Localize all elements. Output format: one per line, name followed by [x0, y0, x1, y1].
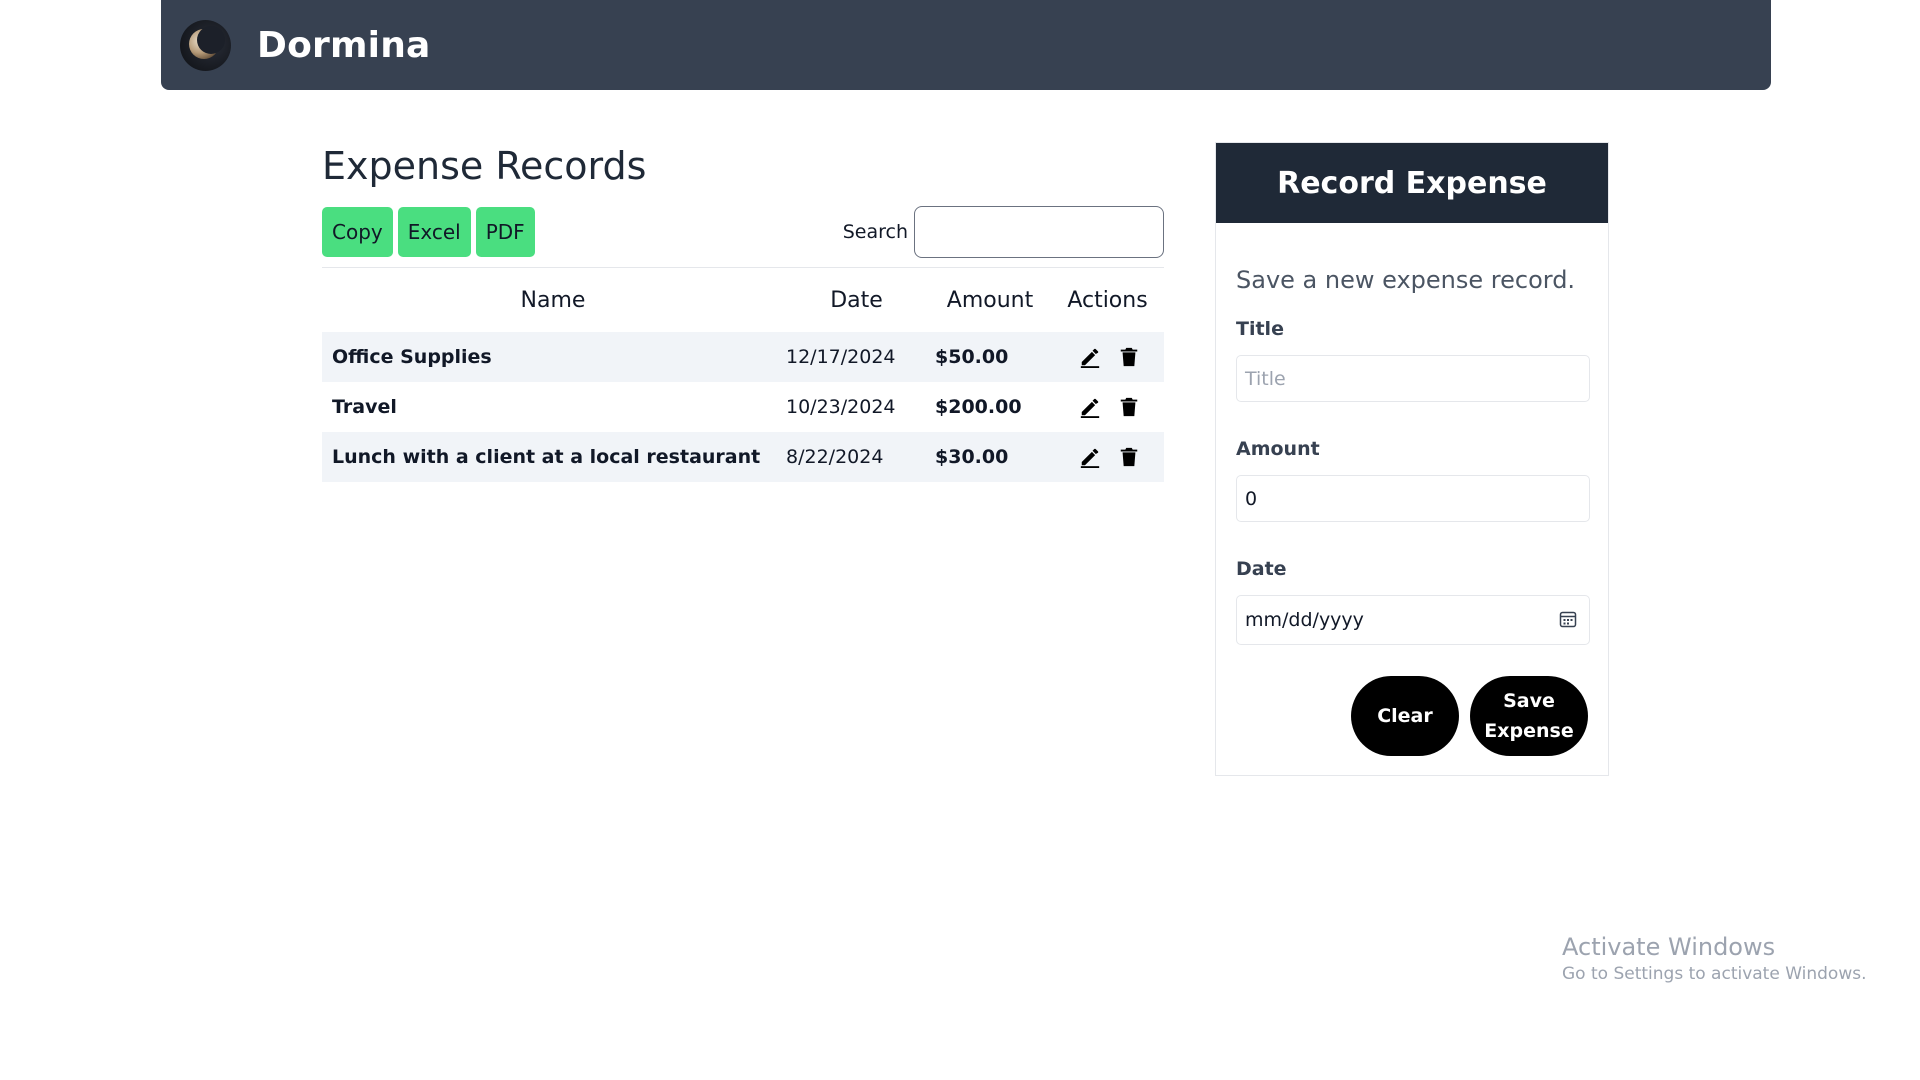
trash-icon[interactable]	[1118, 345, 1140, 369]
column-header-actions: Actions	[1067, 287, 1148, 313]
calendar-icon[interactable]	[1559, 610, 1577, 628]
search-label: Search	[842, 221, 908, 243]
copy-button[interactable]: Copy	[322, 207, 393, 257]
date-placeholder: mm/dd/yyyy	[1245, 609, 1364, 631]
cell-actions	[1051, 432, 1164, 482]
title-label: Title	[1236, 318, 1284, 340]
amount-input[interactable]: 0	[1236, 475, 1590, 522]
row-actions	[1051, 445, 1164, 469]
search-input[interactable]	[914, 206, 1164, 258]
save-label-line1: Save	[1503, 690, 1555, 712]
date-label: Date	[1236, 558, 1287, 580]
cell-date: 12/17/2024	[784, 332, 929, 382]
watermark-subtitle: Go to Settings to activate Windows.	[1562, 964, 1867, 984]
search-group: Search	[843, 206, 1164, 258]
cell-date: 10/23/2024	[786, 396, 896, 418]
card-subtitle: Save a new expense record.	[1236, 266, 1576, 294]
column-header-name[interactable]: Name	[322, 268, 784, 332]
record-expense-card: Record Expense Save a new expense record…	[1215, 142, 1609, 776]
column-header-date[interactable]: Date	[784, 268, 929, 332]
expense-records-section: Expense Records Copy Excel PDF Search Na…	[322, 140, 1164, 482]
amount-label: Amount	[1236, 438, 1320, 460]
expense-form: Save a new expense record. Title Title A…	[1216, 265, 1608, 756]
cell-amount: $30.00	[929, 432, 1051, 482]
cell-date: 8/22/2024	[784, 432, 929, 482]
pencil-icon[interactable]	[1079, 345, 1101, 369]
cell-name: Office Supplies	[322, 332, 784, 382]
row-actions	[1051, 345, 1164, 369]
pencil-icon[interactable]	[1079, 445, 1101, 469]
clear-button[interactable]: Clear	[1351, 676, 1459, 756]
save-label-line2: Expense	[1484, 720, 1574, 742]
cell-actions	[1051, 332, 1164, 382]
table-row: Travel 10/23/2024 $200.00	[322, 382, 1164, 432]
row-actions	[1051, 395, 1164, 419]
cell-amount: $200.00	[935, 396, 1022, 418]
table-row: Lunch with a client at a local restauran…	[322, 432, 1164, 482]
date-input[interactable]: mm/dd/yyyy	[1236, 595, 1590, 645]
brand-name[interactable]: Dormina	[257, 25, 431, 66]
cell-actions	[1051, 382, 1164, 432]
watermark-title: Activate Windows	[1562, 933, 1776, 961]
table-row: Office Supplies 12/17/2024 $50.00	[322, 332, 1164, 382]
moon-logo-icon[interactable]	[180, 19, 231, 71]
pdf-button[interactable]: PDF	[475, 207, 535, 257]
trash-icon[interactable]	[1118, 445, 1140, 469]
card-title: Record Expense	[1216, 143, 1608, 223]
save-expense-button[interactable]: Save Expense	[1470, 676, 1588, 756]
cell-name: Lunch with a client at a local restauran…	[322, 432, 784, 482]
expenses-table: Name Date Amount Actions Office Supplies…	[322, 268, 1164, 482]
page-title: Expense Records	[322, 144, 647, 188]
pencil-icon[interactable]	[1079, 395, 1101, 419]
windows-activation-watermark: Activate Windows Go to Settings to activ…	[1562, 932, 1867, 984]
cell-amount: $50.00	[929, 332, 1051, 382]
excel-button[interactable]: Excel	[397, 207, 471, 257]
form-actions: Clear Save Expense	[1236, 676, 1588, 756]
cell-name: Travel	[332, 396, 397, 418]
column-header-amount[interactable]: Amount	[929, 268, 1051, 332]
trash-icon[interactable]	[1118, 395, 1140, 419]
top-navbar: Dormina	[161, 0, 1771, 90]
records-toolbar: Copy Excel PDF Search	[322, 206, 1164, 258]
title-input[interactable]: Title	[1236, 355, 1590, 402]
table-header-row: Name Date Amount Actions	[322, 268, 1164, 332]
